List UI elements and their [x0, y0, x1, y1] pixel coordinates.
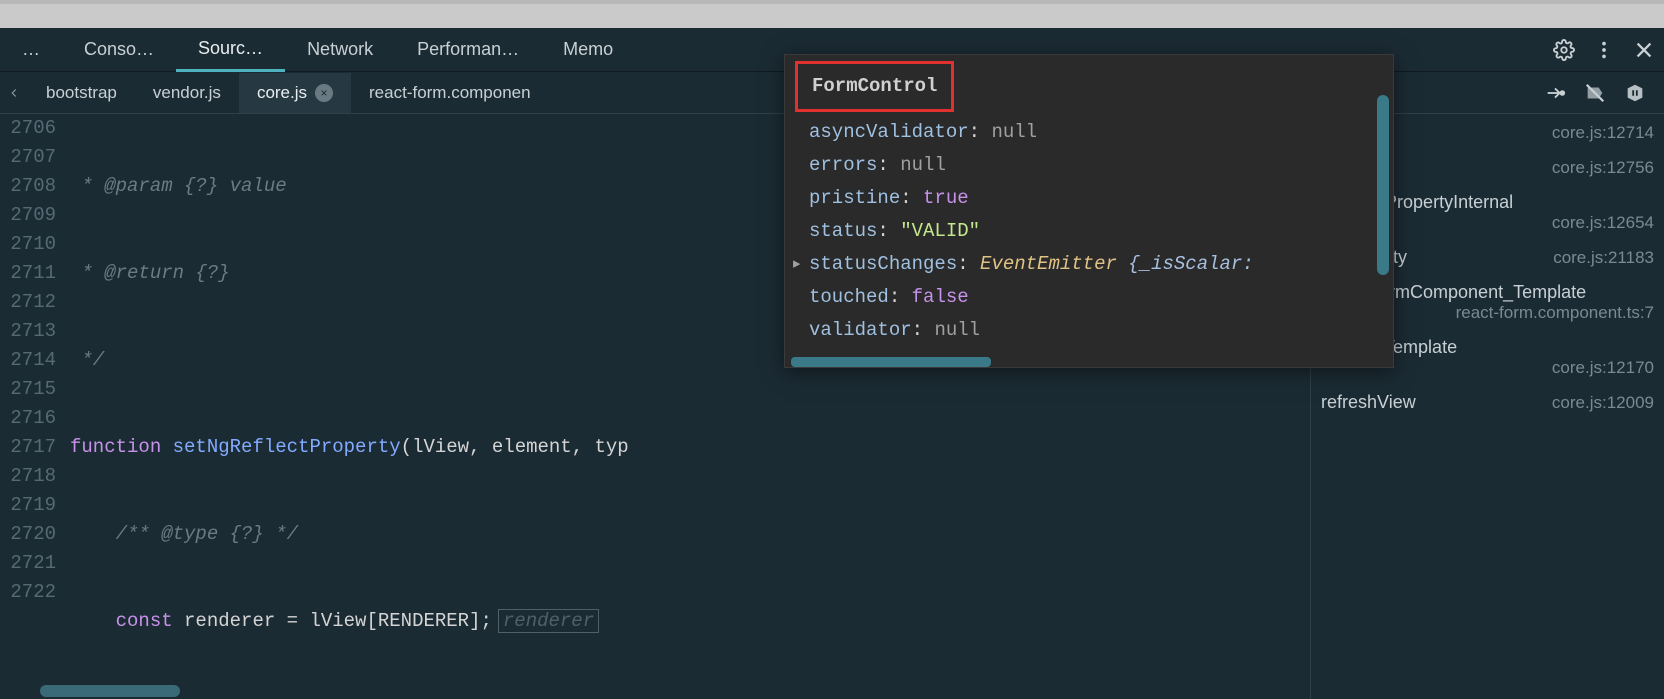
hover-property-row[interactable]: validator: null: [809, 314, 1379, 347]
file-tab-reactform[interactable]: react-form.componen: [351, 73, 549, 113]
hover-property-row[interactable]: ▸statusChanges: EventEmitter {_isScalar:: [809, 248, 1379, 281]
tab-elements-truncated[interactable]: …: [0, 29, 62, 70]
file-nav-left-icon[interactable]: [0, 72, 28, 114]
hover-property-row[interactable]: status: "VALID": [809, 215, 1379, 248]
tab-sources[interactable]: Sourc…: [176, 28, 285, 72]
file-tab-label: core.js: [257, 83, 307, 103]
file-tab-vendor[interactable]: vendor.js: [135, 73, 239, 113]
hover-vscroll[interactable]: [1377, 95, 1389, 347]
tab-performance[interactable]: Performan…: [395, 29, 541, 70]
line-gutter: 2706 2707 2708 2709 2710 2711 2712 2713 …: [0, 114, 64, 699]
pause-icon[interactable]: [1618, 76, 1652, 110]
tab-network[interactable]: Network: [285, 29, 395, 70]
callstack-frame[interactable]: refreshViewcore.js:12009: [1321, 392, 1654, 413]
kebab-menu-icon[interactable]: [1584, 28, 1624, 72]
close-devtools-icon[interactable]: [1624, 28, 1664, 72]
editor-hscroll-thumb[interactable]: [40, 685, 180, 697]
settings-icon[interactable]: [1544, 28, 1584, 72]
file-tab-core[interactable]: core.js ×: [239, 73, 351, 113]
hover-hscroll-thumb[interactable]: [791, 357, 991, 367]
hover-title: FormControl: [795, 61, 954, 112]
hover-property-row[interactable]: errors: null: [809, 149, 1379, 182]
close-tab-icon[interactable]: ×: [315, 84, 333, 102]
tab-console[interactable]: Conso…: [62, 29, 176, 70]
step-icon[interactable]: [1538, 76, 1572, 110]
hover-property-row[interactable]: touched: false: [809, 281, 1379, 314]
hover-vscroll-thumb[interactable]: [1377, 95, 1389, 275]
value-hover-popup: FormControl asyncValidator: nullerrors: …: [784, 54, 1394, 368]
hover-property-row[interactable]: pristine: true: [809, 182, 1379, 215]
window-chrome: [0, 0, 1664, 28]
hover-property-row[interactable]: asyncValidator: null: [809, 116, 1379, 149]
tab-memory[interactable]: Memo: [541, 29, 635, 70]
deactivate-breakpoints-icon[interactable]: [1578, 76, 1612, 110]
file-tab-bootstrap[interactable]: bootstrap: [28, 73, 135, 113]
